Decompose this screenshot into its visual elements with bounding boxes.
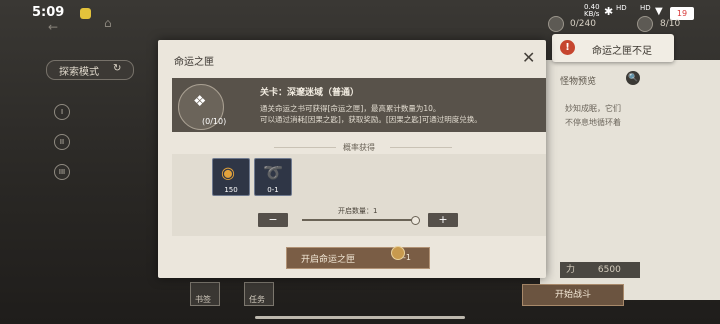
tab-bookmarks-label: 书签 — [195, 295, 211, 304]
open-fate-box-button[interactable]: 开启命运之匣 -1 — [286, 246, 430, 269]
signal-hd-1: HD — [616, 4, 627, 12]
emblem-count: (0/10) — [202, 117, 227, 126]
fate-box-dialog: 命运之匣 ✕ ❖ (0/10) 关卡：深邃迷域（普通） 通关命运之书可获得[命运… — [158, 40, 546, 278]
toast-message: 命运之匣不足 — [592, 46, 652, 57]
divider — [274, 147, 336, 148]
reward-quantity: 0-1 — [267, 186, 279, 194]
description-line: 通关命运之书可获得[命运之匣]，最高累计数量为10。 — [260, 104, 441, 113]
decrease-button[interactable]: − — [258, 213, 288, 227]
stamina-count: 0/240 — [570, 19, 596, 29]
back-icon[interactable]: ← — [48, 20, 58, 34]
explore-mode-label: 探索模式 — [59, 67, 99, 78]
stage-name: 关卡：深邃迷域（普通） — [260, 88, 360, 98]
quantity-slider[interactable] — [302, 219, 414, 221]
fate-box-icon — [637, 16, 653, 32]
increase-button[interactable]: + — [428, 213, 458, 227]
signal-hd-2: HD — [640, 4, 651, 12]
warning-icon: ! — [560, 40, 575, 55]
gold-orb-icon: ◉ — [221, 163, 235, 182]
power-value: 6500 — [597, 265, 621, 275]
notification-icon — [80, 8, 91, 19]
refresh-icon: ↻ — [113, 63, 122, 74]
home-icon[interactable]: ⌂ — [104, 16, 112, 30]
probability-label: 概率获得 — [343, 143, 375, 152]
description-line: 不停息地循环着 — [565, 118, 621, 127]
power-label: 力 — [566, 265, 576, 275]
close-icon[interactable]: ✕ — [522, 48, 535, 67]
monster-preview-label: 怪物预览 — [560, 77, 597, 87]
reward-item[interactable]: ➰ 0-1 — [254, 158, 292, 196]
gesture-bar[interactable] — [255, 316, 465, 319]
silver-serpent-icon: ➰ — [263, 163, 283, 182]
bluetooth-icon: ✱ — [604, 5, 614, 18]
description-line: 妙知成眠，它们 — [565, 104, 621, 113]
stamina-icon — [548, 16, 564, 32]
tab-tasks-label: 任务 — [249, 295, 265, 304]
dialog-title: 命运之匣 — [174, 57, 214, 68]
level-node-3[interactable]: III — [54, 164, 70, 180]
description-line: 可以通过消耗[因果之匙]，获取奖励。[因果之匙]可通过明度兑换。 — [260, 115, 482, 124]
divider — [390, 147, 452, 148]
level-node-1[interactable]: I — [54, 104, 70, 120]
net-speed: 0.40 KB/s — [584, 4, 600, 18]
open-button-label: 开启命运之匣 — [301, 255, 356, 265]
slider-handle[interactable] — [411, 216, 420, 225]
start-battle-button[interactable]: 开始战斗 — [522, 284, 624, 306]
fate-box-count: 8/10 — [660, 19, 681, 29]
dialog-description: 通关命运之书可获得[命运之匣]，最高累计数量为10。 可以通过消耗[因果之匙]，… — [260, 103, 530, 125]
open-cost: -1 — [403, 253, 411, 262]
reward-item[interactable]: ◉ 150 — [212, 158, 250, 196]
level-node-2[interactable]: II — [54, 134, 70, 150]
fate-box-emblem-icon: ❖ — [193, 92, 207, 110]
open-count-label: 开启数量：1 — [338, 207, 378, 215]
clock: 5:09 — [32, 5, 65, 20]
wifi-icon: ▼ — [655, 6, 663, 17]
explore-mode-toggle[interactable]: 探索模式 ↻ — [46, 60, 134, 80]
search-icon[interactable]: 🔍 — [626, 71, 640, 85]
reward-quantity: 150 — [224, 186, 238, 194]
net-speed-unit: KB/s — [584, 10, 600, 18]
power-bar: 力 6500 — [560, 262, 640, 278]
stage-description: 妙知成眠，它们 不停息地循环着 — [565, 102, 665, 130]
warning-toast: ! 命运之匣不足 — [552, 34, 674, 62]
probability-header: 概率获得 — [258, 142, 458, 152]
